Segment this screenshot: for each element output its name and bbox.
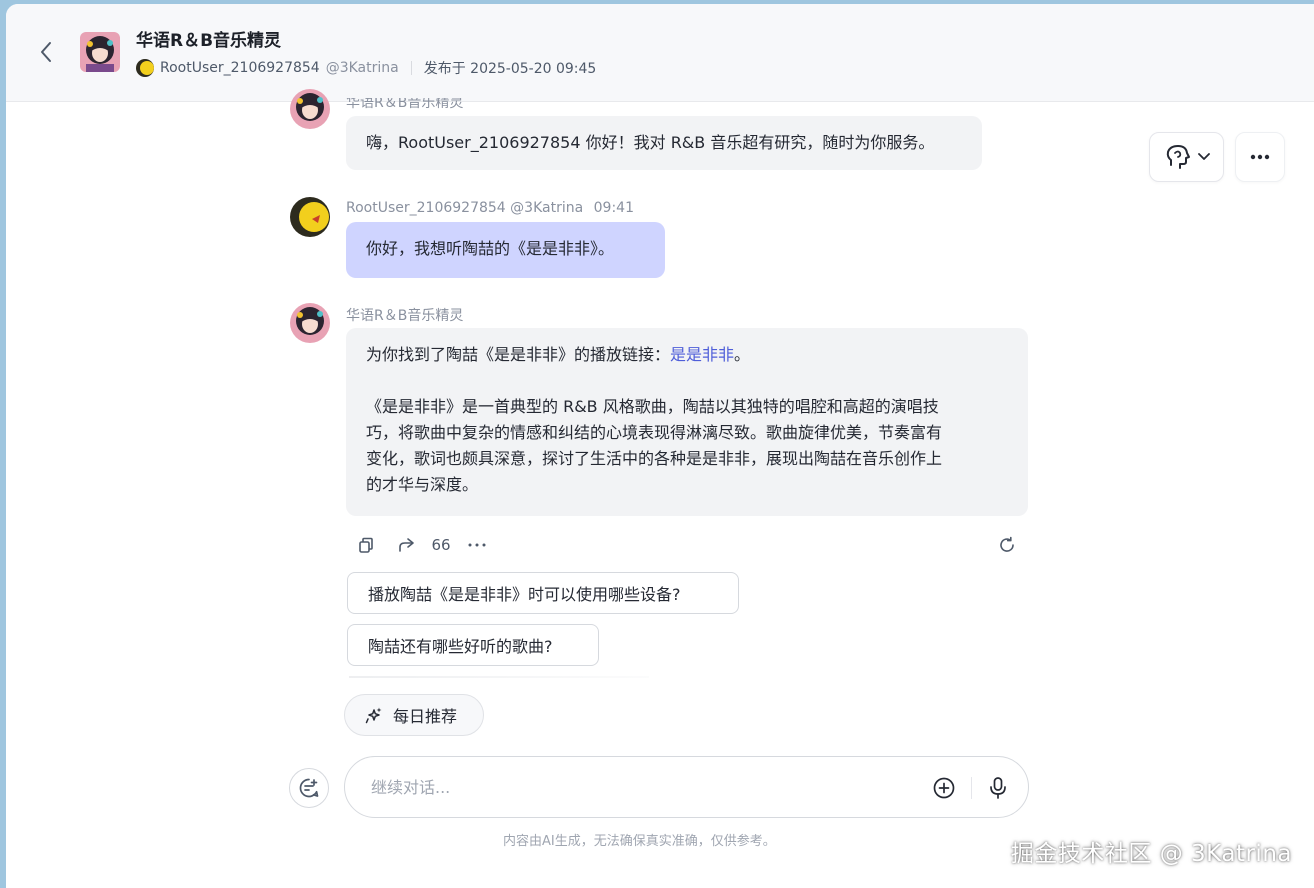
voice-input-button[interactable]	[985, 775, 1011, 801]
user-message: 你好，我想听陶喆的《是是非非》。	[346, 222, 665, 278]
persona-menu-button[interactable]	[1149, 132, 1224, 182]
author-name[interactable]: RootUser_2106927854	[160, 60, 320, 76]
suggested-question[interactable]: 播放陶喆《是是非非》时可以使用哪些设备?	[347, 572, 739, 614]
quote-count[interactable]: 66	[430, 534, 452, 556]
attach-button[interactable]	[931, 775, 957, 801]
suggestion-fade	[349, 676, 649, 678]
daily-recommend-button[interactable]: 每日推荐	[344, 694, 484, 736]
message-input[interactable]	[371, 757, 891, 817]
page-title: 华语R＆B音乐精灵	[136, 31, 282, 51]
user-name-line: RootUser_2106927854 @3Katrina 09:41	[346, 200, 634, 216]
user-handle: @3Katrina	[510, 200, 584, 216]
bot-name: 华语R＆B音乐精灵	[346, 308, 464, 324]
regenerate-button[interactable]	[996, 534, 1018, 556]
publish-time: 发布于 2025-05-20 09:45	[423, 61, 597, 77]
chevron-down-icon	[1197, 153, 1210, 160]
suggested-question[interactable]: 陶喆还有哪些好听的歌曲?	[347, 624, 599, 666]
plus-circle-icon	[933, 777, 955, 799]
refresh-icon	[1000, 536, 1014, 552]
bot-avatar	[290, 89, 330, 129]
microphone-icon	[990, 777, 1006, 799]
author-avatar	[136, 59, 154, 77]
more-actions-button[interactable]	[466, 534, 488, 556]
message-actions: 66	[356, 532, 1028, 558]
intro-text: 为你找到了陶喆《是是非非》的播放链接：	[366, 345, 671, 364]
bot-message-line: 巧，将歌曲中复杂的情感和纠结的心境表现得淋漓尽致。歌曲旋律优美，节奏富有	[366, 423, 943, 442]
user-name: RootUser_2106927854	[346, 200, 506, 216]
input-divider	[971, 777, 972, 799]
bot-message: 嗨，RootUser_2106927854 你好！我对 R&B 音乐超有研究，随…	[346, 116, 982, 170]
header-meta: RootUser_2106927854 @3Katrina 发布于 2025-0…	[136, 58, 596, 78]
copy-button[interactable]	[356, 534, 376, 556]
disclaimer-text: 内容由AI生成，无法确保真实准确，仅供参考。	[503, 834, 776, 849]
bot-avatar	[290, 303, 330, 343]
share-icon	[399, 538, 414, 552]
song-link[interactable]: 是是非非	[670, 345, 734, 364]
voice-head-icon	[1166, 145, 1190, 169]
copy-icon	[359, 537, 373, 553]
user-avatar	[290, 197, 330, 237]
share-button[interactable]	[396, 534, 418, 556]
new-chat-icon	[299, 778, 319, 798]
daily-recommend-label: 每日推荐	[393, 707, 458, 726]
message-input-box	[344, 756, 1029, 818]
bot-avatar	[80, 32, 120, 72]
bot-message-line: 的才华与深度。	[366, 475, 479, 494]
more-options-button[interactable]	[1235, 132, 1285, 182]
bot-message-intro: 为你找到了陶喆《是是非非》的播放链接：是是非非。	[366, 342, 1008, 368]
chat-header: 华语R＆B音乐精灵 RootUser_2106927854 @3Katrina …	[6, 4, 1314, 102]
ellipsis-icon	[1250, 154, 1270, 160]
bot-message: 为你找到了陶喆《是是非非》的播放链接：是是非非。 《是是非非》是一首典型的 R&…	[346, 328, 1028, 516]
ellipsis-icon	[468, 543, 486, 547]
author-handle: @3Katrina	[325, 60, 399, 76]
back-button[interactable]	[34, 38, 58, 66]
sparkle-icon	[365, 707, 382, 724]
new-chat-button[interactable]	[289, 768, 329, 808]
watermark: 掘金技术社区 @ 3Katrina	[1010, 841, 1292, 867]
bot-message-line: 《是是非非》是一首典型的 R&B 风格歌曲，陶喆以其独特的唱腔和高超的演唱技	[366, 397, 939, 416]
intro-end: 。	[734, 345, 751, 364]
meta-divider	[410, 61, 412, 75]
chat-window: 华语R＆B音乐精灵 RootUser_2106927854 @3Katrina …	[6, 4, 1314, 888]
bot-message-line: 变化，歌词也颇具深意，探讨了生活中的各种是是非非，展现出陶喆在音乐创作上	[366, 449, 943, 468]
message-time: 09:41	[593, 200, 634, 216]
chevron-left-icon	[41, 42, 51, 62]
